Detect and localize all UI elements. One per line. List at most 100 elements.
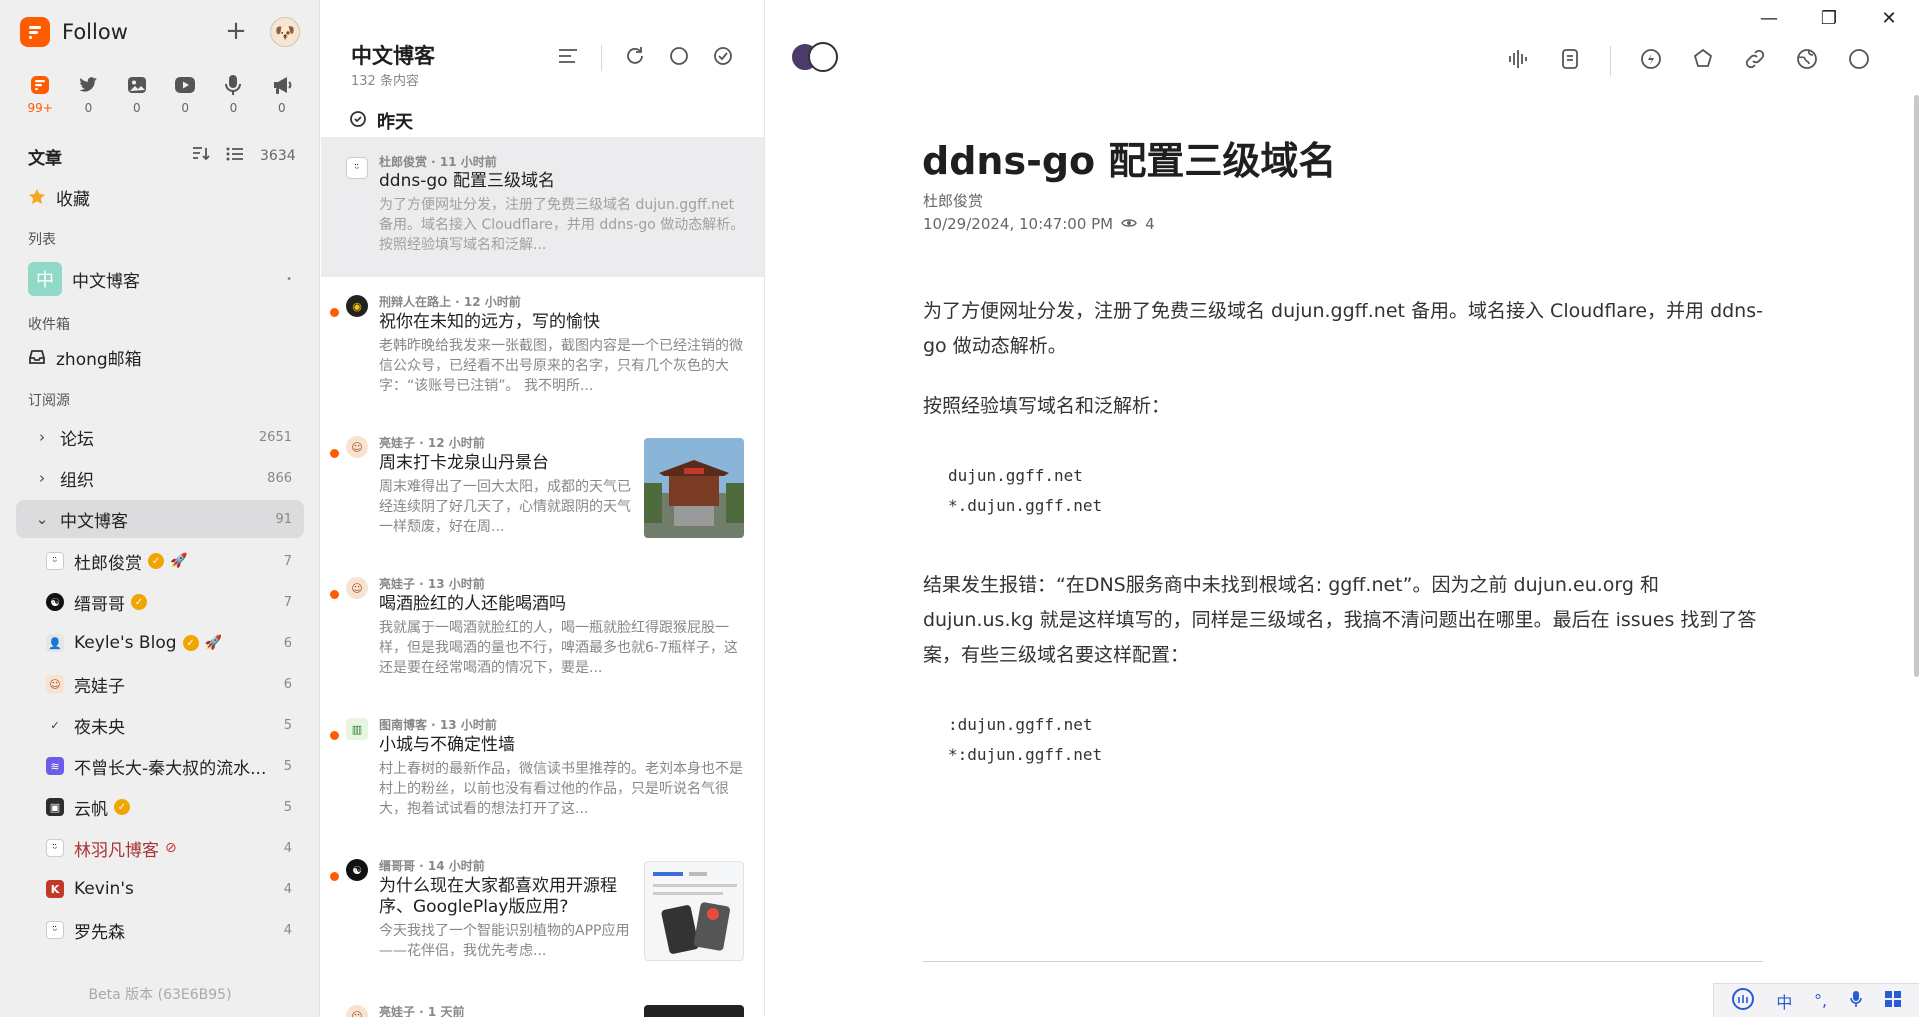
sidebar-item-list[interactable]: 中 中文博客 • bbox=[16, 258, 304, 300]
follow-logo-icon bbox=[20, 17, 50, 47]
sidebar-item-count: 866 bbox=[267, 470, 292, 486]
feed-avatar: ≋ bbox=[46, 757, 64, 775]
boost-icon[interactable] bbox=[1639, 47, 1663, 75]
brand[interactable]: Follow bbox=[20, 17, 128, 47]
megaphone-icon bbox=[270, 73, 294, 97]
entry-thumbnail[interactable] bbox=[644, 861, 744, 961]
feed-avatar: ☺ bbox=[346, 436, 368, 458]
sidebar-item-count: 5 bbox=[283, 717, 292, 733]
check-circle-icon bbox=[349, 110, 367, 133]
view-articles[interactable]: 99+ bbox=[16, 73, 64, 115]
sidebar-item-label: 杜郎俊赏 bbox=[74, 553, 142, 574]
sidebar-folder[interactable]: › 组织 866 bbox=[16, 459, 304, 497]
sidebar-item-label: 夜未央 bbox=[74, 717, 125, 738]
sidebar-feed[interactable]: K Kevin's 4 bbox=[16, 870, 304, 908]
entry-title: 小城与不确定性墙 bbox=[379, 735, 515, 755]
date-group-header[interactable]: 昨天 bbox=[349, 108, 413, 134]
list-item[interactable]: ☺ 亮娃子 · 13 小时前 喝酒脸红的人还能喝酒吗 我就属于一喝酒就脸红的人，… bbox=[321, 567, 764, 702]
ifly-logo-icon[interactable] bbox=[1731, 987, 1755, 1015]
sidebar-feed[interactable]: ▣ 云帆 ✓ 5 bbox=[16, 788, 304, 826]
article-paragraph: 结果发生报错：“在DNS服务商中未找到根域名: ggff.net”。因为之前 d… bbox=[923, 574, 1757, 666]
sidebar-feed[interactable]: ᵕ̈ 林羽凡博客 ⊘ 4 bbox=[16, 829, 304, 867]
twitter-icon bbox=[76, 73, 100, 97]
sidebar-folder[interactable]: › 论坛 2651 bbox=[16, 418, 304, 456]
entry-thumbnail[interactable] bbox=[644, 438, 744, 538]
sidebar-feed[interactable]: 👤 Keyle's Blog ✓ 🚀 6 bbox=[16, 624, 304, 662]
section-count: 3634 bbox=[260, 148, 296, 164]
sidebar-item-label: Kevin's bbox=[74, 879, 134, 899]
sidebar-feed[interactable]: ☺ 亮娃子 6 bbox=[16, 665, 304, 703]
entry-title: 祝你在未知的远方，写的愉快 bbox=[379, 312, 600, 332]
sidebar-item-count: 5 bbox=[283, 799, 292, 815]
app-name: Follow bbox=[62, 20, 128, 44]
date-group-label: 昨天 bbox=[377, 112, 413, 133]
entry-title: 为什么现在大家都喜欢用开源程序、GooglePlay版应用? bbox=[379, 876, 617, 917]
sidebar-item-favorites[interactable]: 收藏 bbox=[16, 178, 304, 216]
view-switcher: 99+ 0 0 0 0 0 bbox=[16, 73, 306, 115]
window-controls: — ❐ ✕ bbox=[1739, 0, 1919, 36]
view-count: 0 bbox=[277, 101, 286, 115]
scrollbar[interactable] bbox=[1914, 95, 1919, 677]
apps-grid-icon[interactable] bbox=[1884, 990, 1902, 1012]
article-avatars[interactable] bbox=[790, 42, 838, 72]
layout-icon[interactable] bbox=[557, 47, 579, 69]
minimize-icon[interactable]: — bbox=[1739, 0, 1799, 36]
sidebar-feed[interactable]: ☯ 缙哥哥 ✓ 7 bbox=[16, 583, 304, 621]
list-view-icon[interactable] bbox=[226, 146, 244, 166]
restore-icon[interactable]: ❐ bbox=[1799, 0, 1859, 36]
verified-icon: ✓ bbox=[114, 799, 130, 815]
voice-input-icon[interactable] bbox=[1849, 990, 1863, 1012]
view-count: 99+ bbox=[27, 101, 53, 115]
list-avatar: 中 bbox=[28, 262, 62, 296]
refresh-icon[interactable] bbox=[624, 45, 646, 71]
list-item[interactable]: ☯ 缙哥哥 · 14 小时前 为什么现在大家都喜欢用开源程序、GooglePla… bbox=[321, 849, 764, 989]
user-avatar[interactable]: 🐶 bbox=[270, 17, 300, 47]
chevron-right-icon: › bbox=[39, 428, 45, 446]
view-notifications[interactable]: 0 bbox=[258, 73, 306, 115]
ime-language[interactable]: 中 bbox=[1776, 989, 1792, 1013]
sort-icon[interactable] bbox=[192, 146, 210, 166]
readability-icon[interactable] bbox=[1558, 47, 1582, 75]
more-circle-icon[interactable] bbox=[1847, 47, 1871, 75]
sidebar-feed[interactable]: ᵕ̈ 杜郎俊赏 ✓ 🚀 7 bbox=[16, 542, 304, 580]
list-item[interactable]: ᵕ̈ 杜郎俊赏 · 11 小时前 ddns-go 配置三级域名 为了方便网址分发… bbox=[321, 137, 764, 277]
sidebar-item-label: 不曾长大-秦大叔的流水... bbox=[74, 758, 267, 779]
article-author[interactable]: 杜郎俊赏 bbox=[923, 190, 983, 211]
view-videos[interactable]: 0 bbox=[161, 73, 209, 115]
sidebar-feed[interactable]: ✓ 夜未央 5 bbox=[16, 706, 304, 744]
entry-title: 喝酒脸红的人还能喝酒吗 bbox=[379, 594, 566, 614]
list-item[interactable]: ☺ 亮娃子 · 12 小时前 周末打卡龙泉山丹景台 周末难得出了一回大太阳，成都… bbox=[321, 426, 764, 561]
add-icon[interactable]: + bbox=[222, 18, 250, 46]
entry-title: ddns-go 配置三级域名 bbox=[379, 171, 555, 191]
view-pictures[interactable]: 0 bbox=[113, 73, 161, 115]
sidebar-feed[interactable]: ≋ 不曾长大-秦大叔的流水... 5 bbox=[16, 747, 304, 785]
divider bbox=[601, 45, 602, 71]
entry-thumbnail[interactable] bbox=[644, 1005, 744, 1017]
sidebar-item-inbox[interactable]: zhong邮箱 bbox=[16, 338, 304, 376]
unread-filter-icon[interactable] bbox=[668, 45, 690, 71]
sidebar-folder-active[interactable]: ⌄ 中文博客 91 bbox=[16, 500, 304, 538]
list-item[interactable]: ▥ 图南博客 · 13 小时前 小城与不确定性墙 村上春树的最新作品，微信读书里… bbox=[321, 708, 764, 843]
list-item[interactable]: ☺ 亮娃子 · 1 天前 bbox=[321, 995, 764, 1017]
view-count: 0 bbox=[84, 101, 93, 115]
sidebar-feed[interactable]: ᵕ̈ 罗先森 4 bbox=[16, 911, 304, 949]
feed-avatar: ᵕ̈ bbox=[46, 839, 64, 857]
close-icon[interactable]: ✕ bbox=[1859, 0, 1919, 36]
entry-meta: 亮娃子 · 13 小时前 bbox=[379, 577, 485, 591]
entry-description: 为了方便网址分发，注册了免费三级域名 dujun.ggff.net 备用。域名接… bbox=[379, 197, 745, 253]
globe-icon[interactable] bbox=[1795, 47, 1819, 75]
section-title: 文章 bbox=[28, 149, 62, 169]
audio-wave-icon[interactable] bbox=[1506, 47, 1530, 75]
link-icon[interactable] bbox=[1743, 47, 1767, 75]
view-audio[interactable]: 0 bbox=[209, 73, 257, 115]
list-item[interactable]: ◉ 刑辩人在路上 · 12 小时前 祝你在未知的远方，写的愉快 老韩昨晚给我发来… bbox=[321, 285, 764, 420]
unread-dot bbox=[330, 731, 339, 740]
feed-avatar: ◉ bbox=[346, 295, 368, 317]
star-outline-icon[interactable] bbox=[1691, 47, 1715, 75]
article-date: 10/29/2024, 10:47:00 PM bbox=[923, 215, 1114, 233]
mark-all-read-icon[interactable] bbox=[712, 45, 734, 71]
view-social[interactable]: 0 bbox=[64, 73, 112, 115]
punctuation-icon[interactable]: °, bbox=[1814, 991, 1827, 1010]
video-icon bbox=[173, 73, 197, 97]
entry-meta: 亮娃子 · 12 小时前 bbox=[379, 436, 485, 450]
